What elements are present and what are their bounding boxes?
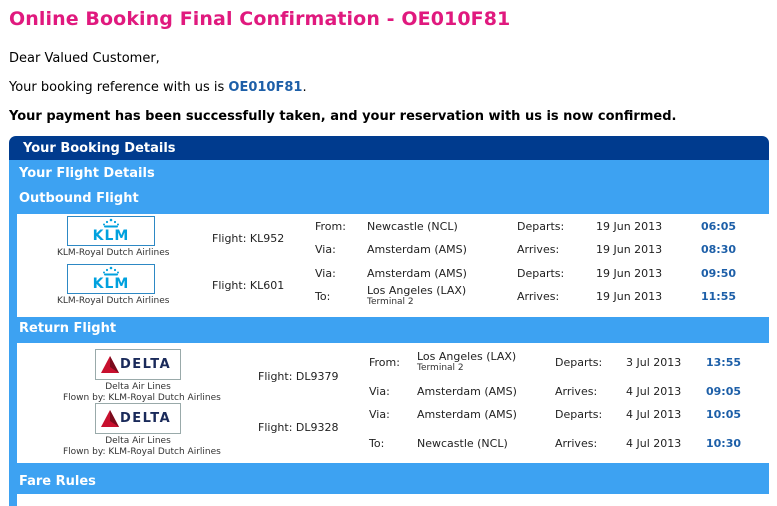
- arrives-label: Arrives:: [555, 437, 598, 450]
- arrives-label: Arrives:: [555, 385, 598, 398]
- outbound-flight-heading: Outbound Flight: [19, 191, 139, 206]
- klm-logo-text: KLM: [92, 228, 130, 244]
- departure-terminal: Terminal 2: [417, 363, 464, 373]
- departure-time: 10:05: [706, 408, 742, 421]
- delta-logo: DELTA: [95, 349, 181, 380]
- departure-place-block: Los Angeles (LAX) Terminal 2: [417, 350, 516, 373]
- airline-caption: Delta Air Lines Flown by: KLM-Royal Dutc…: [63, 436, 221, 458]
- airline-name: Delta Air Lines: [105, 382, 171, 392]
- arrival-place: Amsterdam (AMS): [367, 243, 467, 256]
- departure-date: 4 Jul 2013: [626, 408, 682, 421]
- arrival-terminal: Terminal 2: [367, 297, 414, 307]
- greeting-text: Dear Valued Customer,: [9, 51, 160, 66]
- departure-time: 09:50: [701, 267, 737, 280]
- klm-logo-text: KLM: [92, 276, 130, 292]
- klm-logo: KLM: [67, 216, 155, 246]
- airline-name: Delta Air Lines: [105, 436, 171, 446]
- arrival-date: 19 Jun 2013: [596, 243, 663, 256]
- reference-suffix: .: [302, 80, 307, 95]
- booking-reference-code: OE010F81: [228, 80, 303, 95]
- arrival-date: 4 Jul 2013: [626, 437, 682, 450]
- fare-rules-heading[interactable]: Fare Rules: [9, 471, 769, 493]
- departs-label: Departs:: [555, 356, 603, 369]
- departure-place: Los Angeles (LAX): [417, 350, 517, 363]
- delta-widget-icon: [101, 356, 119, 373]
- airline-name: KLM-Royal Dutch Airlines: [57, 248, 170, 258]
- flight-number: Flight: KL601: [212, 279, 285, 292]
- arrival-time: 10:30: [706, 437, 742, 450]
- delta-widget-icon: [101, 410, 119, 427]
- arrival-place-block: Los Angeles (LAX) Terminal 2: [367, 284, 466, 307]
- to-label: To:: [315, 290, 331, 303]
- arrival-time: 08:30: [701, 243, 737, 256]
- departure-date: 19 Jun 2013: [596, 220, 663, 233]
- airline-name: KLM-Royal Dutch Airlines: [57, 296, 170, 306]
- booking-details-body: Your Flight Details Outbound Flight KLM …: [9, 160, 769, 506]
- via-label: Via:: [315, 267, 336, 280]
- departure-date: 3 Jul 2013: [626, 356, 682, 369]
- departs-label: Departs:: [517, 267, 565, 280]
- from-label: From:: [369, 356, 400, 369]
- return-flight-section: DELTA Delta Air Lines Flown by: KLM-Roya…: [17, 343, 769, 463]
- flight-details-heading: Your Flight Details: [19, 166, 155, 181]
- arrival-time: 11:55: [701, 290, 737, 303]
- operated-by: Flown by: KLM-Royal Dutch Airlines: [63, 393, 221, 403]
- payment-confirmation-text: Your payment has been successfully taken…: [9, 109, 677, 124]
- arrival-time: 09:05: [706, 385, 742, 398]
- arrival-place: Amsterdam (AMS): [417, 385, 517, 398]
- operated-by: Flown by: KLM-Royal Dutch Airlines: [63, 447, 221, 457]
- delta-logo-text: DELTA: [120, 357, 172, 372]
- arrives-label: Arrives:: [517, 243, 560, 256]
- outbound-flight-section: KLM KLM-Royal Dutch Airlines Flight: KL9…: [17, 214, 769, 317]
- departure-place: Newcastle (NCL): [367, 220, 458, 233]
- arrival-date: 19 Jun 2013: [596, 290, 663, 303]
- via-label: Via:: [369, 385, 390, 398]
- flight-number: Flight: DL9379: [258, 370, 339, 383]
- booking-details-header: Your Booking Details: [9, 136, 769, 160]
- reference-prefix: Your booking reference with us is: [9, 80, 229, 95]
- airline-caption: Delta Air Lines Flown by: KLM-Royal Dutc…: [63, 382, 221, 404]
- fare-rules-section: [17, 494, 769, 506]
- arrival-place: Newcastle (NCL): [417, 437, 508, 450]
- flight-number: Flight: DL9328: [258, 421, 339, 434]
- booking-details-card: Your Booking Details Your Flight Details…: [9, 136, 769, 506]
- arrives-label: Arrives:: [517, 290, 560, 303]
- departs-label: Departs:: [555, 408, 603, 421]
- from-label: From:: [315, 220, 346, 233]
- departure-place: Amsterdam (AMS): [417, 408, 517, 421]
- departure-date: 19 Jun 2013: [596, 267, 663, 280]
- delta-logo-text: DELTA: [120, 411, 172, 426]
- departure-place: Amsterdam (AMS): [367, 267, 467, 280]
- delta-logo: DELTA: [95, 403, 181, 434]
- return-flight-heading: Return Flight: [19, 321, 117, 336]
- departure-time: 06:05: [701, 220, 737, 233]
- booking-reference-line: Your booking reference with us is OE010F…: [9, 80, 307, 95]
- page-title: Online Booking Final Confirmation - OE01…: [9, 8, 511, 30]
- flight-number: Flight: KL952: [212, 232, 285, 245]
- departure-time: 13:55: [706, 356, 742, 369]
- via-label: Via:: [369, 408, 390, 421]
- klm-logo: KLM: [67, 264, 155, 294]
- to-label: To:: [369, 437, 385, 450]
- departs-label: Departs:: [517, 220, 565, 233]
- arrival-place: Los Angeles (LAX): [367, 284, 467, 297]
- arrival-date: 4 Jul 2013: [626, 385, 682, 398]
- via-label: Via:: [315, 243, 336, 256]
